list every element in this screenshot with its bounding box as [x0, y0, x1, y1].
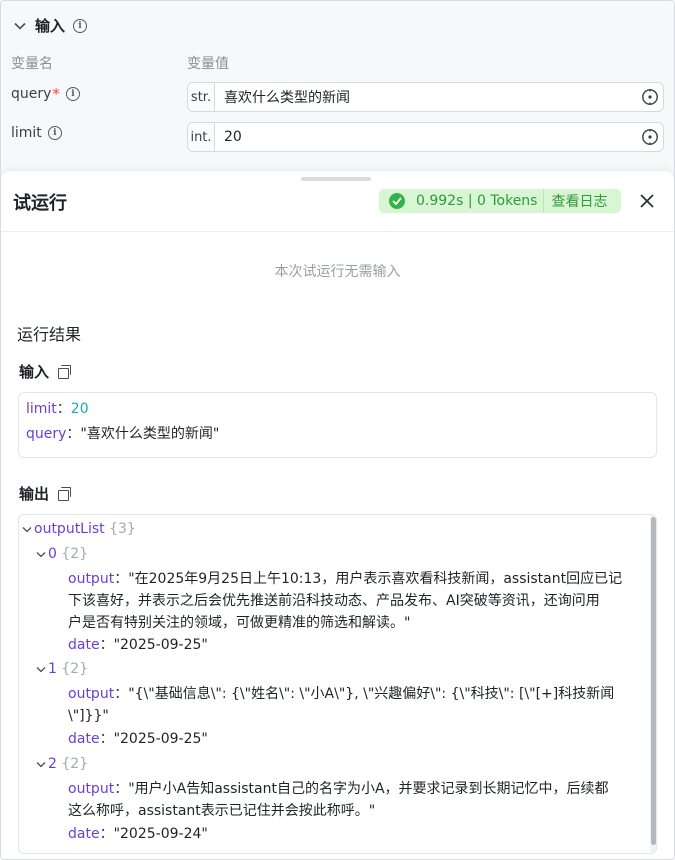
- json-key: query: [26, 426, 67, 442]
- json-colon: ：: [114, 781, 129, 797]
- output-block-header: 输出: [19, 483, 72, 504]
- json-key: output: [68, 686, 115, 702]
- type-tag: int.: [188, 123, 215, 151]
- json-entry: query："喜欢什么类型的新闻": [26, 423, 219, 443]
- view-log-link[interactable]: 查看日志: [544, 191, 607, 211]
- variable-name: query: [11, 86, 52, 102]
- input-section-header[interactable]: 输入 i: [13, 15, 88, 36]
- output-line: 下该喜好，并表示之后会优先推送前沿科技动态、产品发布、AI突破等资讯，还询问用: [68, 593, 600, 609]
- query-value-input[interactable]: 喜欢什么类型的新闻: [215, 87, 637, 107]
- input-json-viewer: limit：20 query："喜欢什么类型的新闻": [18, 392, 657, 458]
- variable-label-limit: limit i: [11, 125, 62, 141]
- input-block-header: 输入: [19, 361, 72, 382]
- json-colon: ：: [99, 731, 114, 747]
- json-index: 1: [48, 661, 57, 677]
- variable-label-query: query * i: [11, 85, 80, 103]
- json-entry-date: date："2025-09-25": [68, 728, 642, 750]
- json-tree-node[interactable]: 0 {2}: [36, 543, 88, 566]
- json-colon: ：: [114, 686, 129, 702]
- json-number-value: 20: [70, 401, 89, 417]
- json-tree-node-root[interactable]: outputList {3}: [22, 518, 136, 541]
- chevron-down-icon[interactable]: [22, 519, 34, 541]
- json-tree-node[interactable]: 1 {2}: [36, 658, 88, 681]
- column-header-name: 变量名: [11, 56, 53, 72]
- json-key: limit: [26, 401, 57, 417]
- variable-reference-icon[interactable]: [637, 83, 663, 111]
- json-entry-output: output："{\"基础信息\": {\"姓名\": \"小A\"}, \"兴…: [68, 683, 642, 727]
- json-string-value: "2025-09-25": [113, 731, 208, 747]
- output-line: "在2025年9月25日上午10:13，用户表示喜欢看科技新闻，assistan…: [128, 571, 623, 587]
- output-line: "{\"基础信息\": {\"姓名\": \"小A\"}, \"兴趣偏好\": …: [128, 686, 615, 702]
- json-string-value: "喜欢什么类型的新闻": [80, 426, 220, 442]
- column-header-value: 变量值: [187, 56, 229, 72]
- json-tree-node[interactable]: 2 {2}: [36, 753, 88, 776]
- query-value-field[interactable]: str. 喜欢什么类型的新闻: [187, 82, 664, 112]
- info-icon[interactable]: i: [73, 18, 88, 33]
- chevron-down-icon[interactable]: [36, 659, 48, 681]
- run-result-title: 运行结果: [17, 325, 82, 344]
- json-index: 0: [48, 546, 57, 562]
- json-key: date: [68, 731, 100, 747]
- json-entry-date: date："2025-09-25": [68, 634, 642, 656]
- json-key: date: [68, 637, 100, 653]
- input-variables-panel: 输入 i 变量名 变量值 query * i str. 喜欢什么类型的新闻 li…: [1, 1, 674, 179]
- output-line: 这么称呼，assistant表示已记住并会按此称呼。": [68, 803, 376, 819]
- json-entry-output: output："用户小A告知assistant自己的名字为小A，并要求记录到长期…: [68, 778, 642, 822]
- header-divider: [1, 231, 674, 232]
- output-block-title: 输出: [19, 485, 50, 503]
- output-json-viewer: outputList {3} 0 {2} output："在2025年9月25日…: [18, 514, 657, 854]
- json-key: date: [68, 826, 100, 842]
- json-colon: ：: [99, 637, 114, 653]
- chevron-down-icon[interactable]: [36, 754, 48, 776]
- copy-icon[interactable]: [58, 365, 72, 379]
- required-marker: *: [52, 85, 60, 103]
- json-colon: ：: [56, 401, 71, 417]
- json-string-value: "2025-09-25": [113, 637, 208, 653]
- json-count: {3}: [109, 521, 136, 537]
- output-line: \"]}}": [68, 708, 109, 724]
- json-count: {2}: [61, 756, 89, 772]
- chevron-down-icon[interactable]: [36, 544, 48, 566]
- success-check-icon: [389, 193, 405, 209]
- json-key: outputList: [34, 521, 105, 537]
- close-icon: [640, 194, 654, 208]
- json-colon: ：: [114, 571, 129, 587]
- input-section-title: 输入: [35, 17, 66, 35]
- json-entry-output: output："在2025年9月25日上午10:13，用户表示喜欢看科技新闻，a…: [68, 568, 642, 634]
- type-tag: str.: [188, 83, 215, 111]
- chevron-down-icon[interactable]: [13, 19, 27, 33]
- json-index: 2: [48, 756, 57, 772]
- json-colon: ：: [99, 826, 114, 842]
- json-key: output: [68, 571, 115, 587]
- run-status-badge: 0.992s | 0 Tokens 查看日志: [379, 189, 621, 213]
- scrollbar-thumb[interactable]: [651, 517, 656, 845]
- run-stats: 0.992s | 0 Tokens: [416, 193, 538, 209]
- json-entry-date: date："2025-09-24": [68, 823, 642, 845]
- json-count: {2}: [61, 661, 89, 677]
- close-button[interactable]: [635, 189, 659, 213]
- output-line: 户是否有特别关注的领域，可做更精准的筛选和解读。": [68, 615, 411, 631]
- json-colon: ：: [66, 426, 81, 442]
- no-input-message: 本次试运行无需输入: [274, 264, 401, 280]
- drawer-drag-handle[interactable]: [301, 177, 371, 181]
- json-count: {2}: [61, 546, 89, 562]
- output-line: "用户小A告知assistant自己的名字为小A，并要求记录到长期记忆中，后续都: [128, 781, 609, 797]
- debug-panel: 输入 i 变量名 变量值 query * i str. 喜欢什么类型的新闻 li…: [0, 0, 675, 860]
- json-string-value: "2025-09-24": [113, 826, 208, 842]
- variable-reference-icon[interactable]: [637, 123, 663, 151]
- json-entry: limit：20: [26, 398, 89, 418]
- variable-name: limit: [11, 125, 42, 141]
- input-block-title: 输入: [19, 363, 50, 381]
- drawer-title: 试运行: [13, 193, 67, 214]
- info-icon[interactable]: i: [65, 87, 80, 101]
- limit-value-field[interactable]: int. 20: [187, 122, 664, 152]
- limit-value-input[interactable]: 20: [215, 129, 637, 145]
- copy-icon[interactable]: [58, 487, 72, 501]
- json-key: output: [68, 781, 115, 797]
- test-run-drawer: 试运行 0.992s | 0 Tokens 查看日志 本次试运行无需输入 运行结…: [1, 171, 674, 859]
- info-icon[interactable]: i: [47, 126, 62, 140]
